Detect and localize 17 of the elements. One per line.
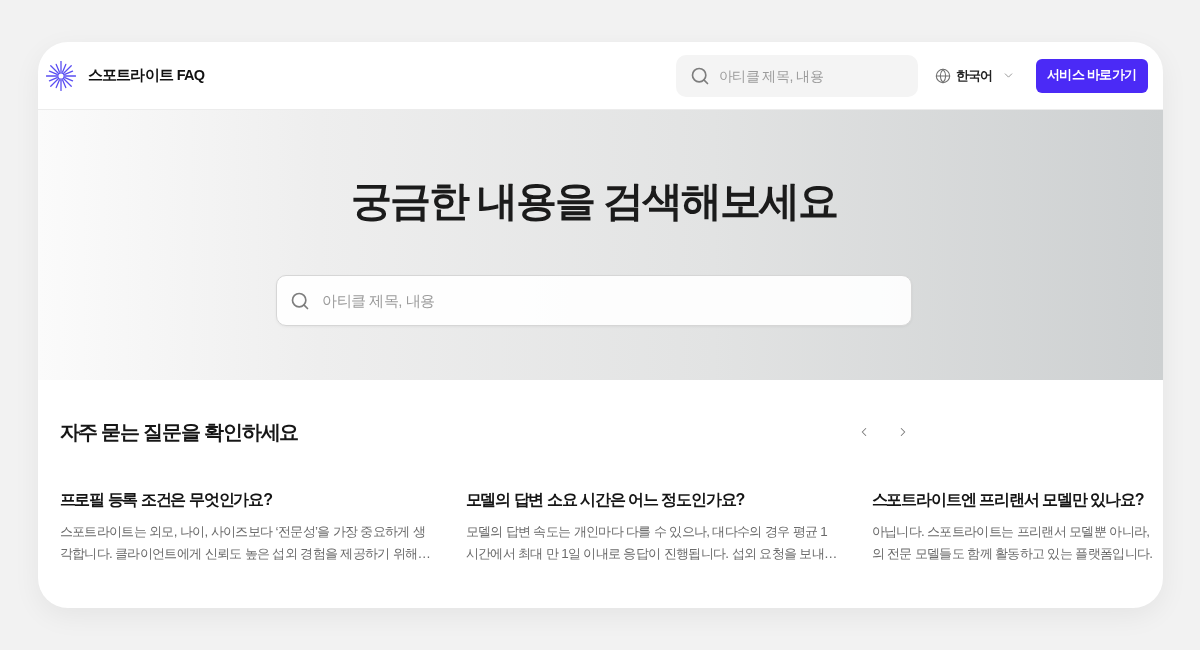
search-icon xyxy=(689,65,710,86)
faq-question-link[interactable]: 모델의 답변 소요 시간은 어느 정도인가요? xyxy=(465,488,745,512)
globe-icon xyxy=(934,67,951,84)
hero-title: 궁금한 내용을 검색해보세요 xyxy=(350,177,838,226)
section-heading: 자주 묻는 질문을 확인하세요 xyxy=(59,420,299,445)
language-selector[interactable]: 한국어 xyxy=(934,66,1015,85)
service-link-button[interactable]: 서비스 바로가기 xyxy=(1035,58,1148,93)
faq-answer-text: 모델의 답변 속도는 개인마다 다를 수 있으나, 대다수의 경우 평균 1 시간에서 최대 만 1일 이내로 응답이 진행됩니다. 섭외 요청을 보내… xyxy=(465,523,837,563)
faq-question-link[interactable]: 프로필 등록 조건은 무엇인가요? xyxy=(59,488,272,512)
faq-answer-text: 스포트라이트는 외모, 나이, 사이즈보다 ‘전문성’을 가장 중요하게 생 각합니다. 클라이언트에게 신뢰도 높은 섭외 경험을 제공하기 위해… xyxy=(59,523,431,563)
search-field[interactable]: 아티클 제목, 내용 xyxy=(276,275,912,326)
starburst-logo-icon xyxy=(45,60,76,91)
search-icon xyxy=(290,290,310,311)
site-title: 스포트라이트 FAQ xyxy=(87,66,205,85)
faq-question-link[interactable]: 스포트라이트엔 프리랜서 모델만 있나요? xyxy=(871,488,1144,512)
search-field[interactable]: 아티클 제목, 내용 xyxy=(675,54,918,97)
faq-answer-text: 아닙니다. 스포트라이트는 프리랜서 모델뿐 아니라, 의 전문 모델들도 함께 활동하고 있는 플랫폼입니다. xyxy=(871,523,1153,563)
